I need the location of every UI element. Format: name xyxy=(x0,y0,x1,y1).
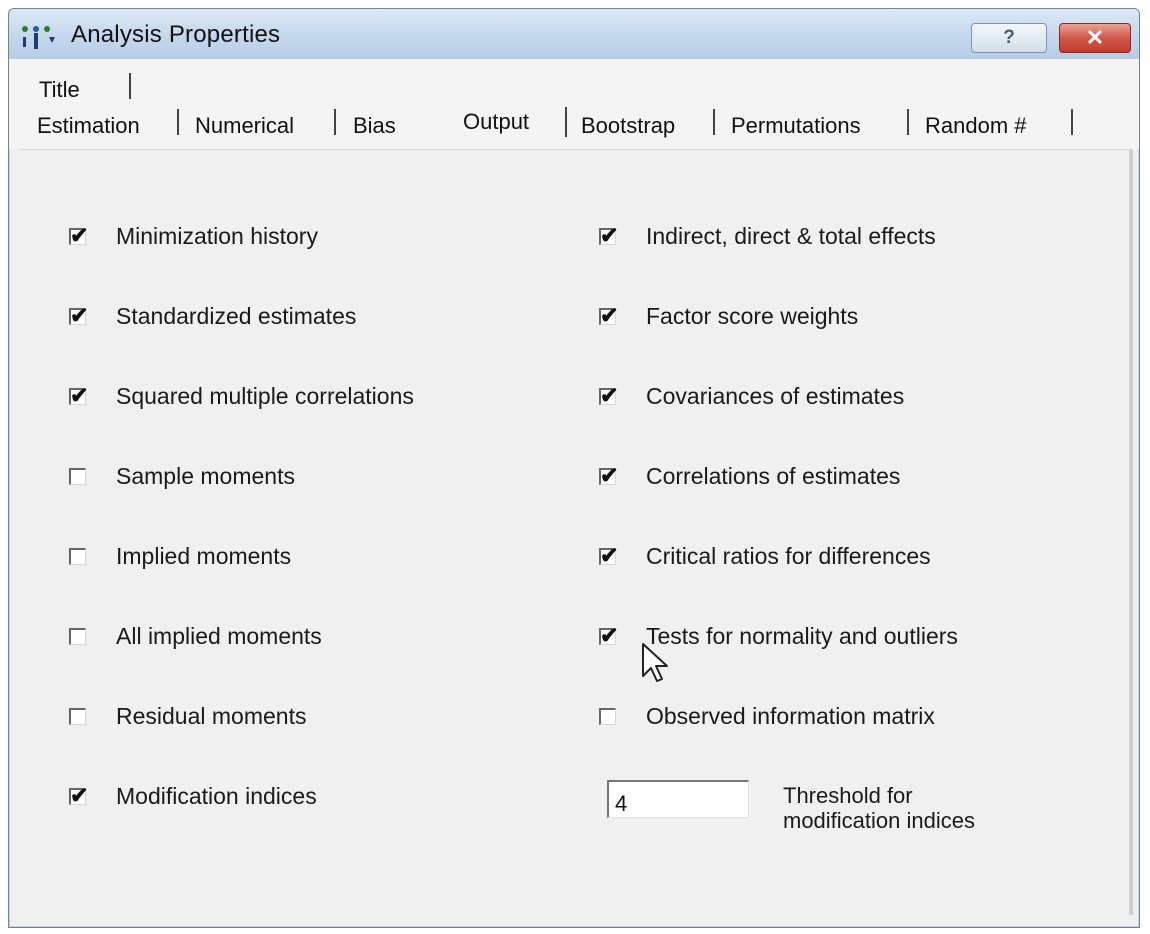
option-implied-moments[interactable]: Implied moments xyxy=(69,543,291,570)
option-modification-indices[interactable]: ✔ Modification indices xyxy=(69,783,317,810)
option-label: Critical ratios for differences xyxy=(646,543,931,569)
checkbox-minimization-history[interactable]: ✔ xyxy=(69,225,88,247)
option-label: Modification indices xyxy=(116,783,317,809)
tab-separator xyxy=(907,109,909,135)
tab-permutations[interactable]: Permutations xyxy=(731,113,861,139)
option-covariances-of-estimates[interactable]: ✔ Covariances of estimates xyxy=(599,383,904,410)
tab-title[interactable]: Title xyxy=(39,77,80,103)
close-button[interactable]: ✕ xyxy=(1059,23,1131,53)
checkbox-modification-indices[interactable]: ✔ xyxy=(69,785,88,807)
option-squared-multiple-correlations[interactable]: ✔ Squared multiple correlations xyxy=(69,383,414,410)
checkbox-standardized-estimates[interactable]: ✔ xyxy=(69,305,88,327)
option-minimization-history[interactable]: ✔ Minimization history xyxy=(69,223,318,250)
tab-output[interactable]: Output xyxy=(463,109,529,135)
tab-bias[interactable]: Bias xyxy=(353,113,396,139)
option-all-implied-moments[interactable]: All implied moments xyxy=(69,623,322,650)
tab-bootstrap[interactable]: Bootstrap xyxy=(581,113,675,139)
checkbox-squared-multiple-correlations[interactable]: ✔ xyxy=(69,385,88,407)
checkbox-factor-score-weights[interactable]: ✔ xyxy=(599,305,618,327)
option-label: Factor score weights xyxy=(646,303,859,329)
checkbox-observed-information-matrix[interactable] xyxy=(599,708,616,725)
option-label: Correlations of estimates xyxy=(646,463,901,489)
option-residual-moments[interactable]: Residual moments xyxy=(69,703,306,730)
checkbox-critical-ratios-for-differences[interactable]: ✔ xyxy=(599,545,618,567)
tab-strip: Title Estimation Numerical Bias Output B… xyxy=(9,59,1139,149)
output-tab-panel: ✔ Minimization history ✔ Standardized es… xyxy=(19,149,1131,916)
threshold-label: Threshold for modification indices xyxy=(783,783,1083,833)
option-label: All implied moments xyxy=(116,623,322,649)
window-title: Analysis Properties xyxy=(71,21,281,48)
option-label: Residual moments xyxy=(116,703,307,729)
checkbox-covariances-of-estimates[interactable]: ✔ xyxy=(599,385,618,407)
checkbox-tests-for-normality-and-outliers[interactable]: ✔ xyxy=(599,625,618,647)
option-standardized-estimates[interactable]: ✔ Standardized estimates xyxy=(69,303,356,330)
tab-separator xyxy=(177,109,179,135)
checkbox-sample-moments[interactable] xyxy=(69,468,86,485)
option-label: Minimization history xyxy=(116,223,318,249)
option-indirect-direct-total-effects[interactable]: ✔ Indirect, direct & total effects xyxy=(599,223,936,250)
tab-separator xyxy=(713,109,715,135)
option-label: Covariances of estimates xyxy=(646,383,905,409)
checkbox-correlations-of-estimates[interactable]: ✔ xyxy=(599,465,618,487)
tab-separator xyxy=(565,107,567,137)
tab-estimation[interactable]: Estimation xyxy=(37,113,140,139)
option-label: Squared multiple correlations xyxy=(116,383,414,409)
checkbox-indirect-direct-total-effects[interactable]: ✔ xyxy=(599,225,618,247)
option-label: Implied moments xyxy=(116,543,292,569)
threshold-label-line1: Threshold for xyxy=(783,783,913,808)
tab-numerical[interactable]: Numerical xyxy=(195,113,294,139)
right-edge-shadow xyxy=(1129,149,1133,915)
help-button[interactable]: ? xyxy=(971,23,1047,53)
option-label: Indirect, direct & total effects xyxy=(646,223,936,249)
mouse-pointer-icon xyxy=(642,643,668,682)
option-label: Tests for normality and outliers xyxy=(646,623,958,649)
option-label: Observed information matrix xyxy=(646,703,935,729)
checkbox-implied-moments[interactable] xyxy=(69,548,86,565)
option-label: Sample moments xyxy=(116,463,295,489)
option-factor-score-weights[interactable]: ✔ Factor score weights xyxy=(599,303,858,330)
threshold-label-line2: modification indices xyxy=(783,808,975,833)
option-sample-moments[interactable]: Sample moments xyxy=(69,463,295,490)
tab-separator xyxy=(334,109,336,135)
analysis-properties-dialog: Analysis Properties ? ✕ Title Estimation… xyxy=(8,8,1140,928)
option-label: Standardized estimates xyxy=(116,303,357,329)
tab-random[interactable]: Random # xyxy=(925,113,1027,139)
tab-separator xyxy=(1071,109,1073,135)
checkbox-all-implied-moments[interactable] xyxy=(69,628,86,645)
option-correlations-of-estimates[interactable]: ✔ Correlations of estimates xyxy=(599,463,900,490)
option-observed-information-matrix[interactable]: Observed information matrix xyxy=(599,703,935,730)
threshold-input[interactable] xyxy=(607,780,749,818)
option-critical-ratios-for-differences[interactable]: ✔ Critical ratios for differences xyxy=(599,543,931,570)
amos-app-icon xyxy=(22,26,55,49)
tab-separator xyxy=(129,73,131,99)
title-bar: Analysis Properties ? ✕ xyxy=(9,9,1139,60)
checkbox-residual-moments[interactable] xyxy=(69,708,86,725)
